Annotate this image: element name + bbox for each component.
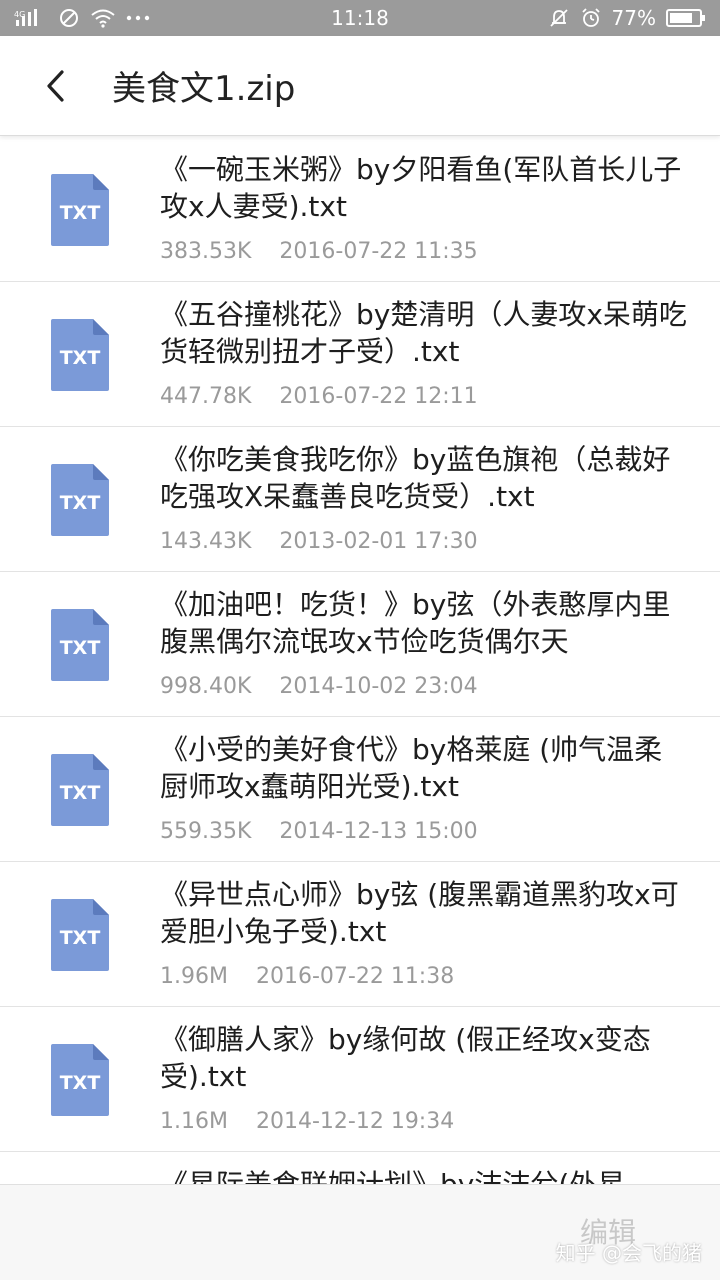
file-name: 《御膳人家》by缘何故 (假正经攻x变态受).txt [160, 1023, 651, 1093]
file-type-label: TXT [60, 637, 101, 659]
status-left: 4G [14, 7, 150, 29]
txt-file-icon: TXT [0, 137, 160, 282]
status-bar: 4G 11:18 77% [0, 0, 720, 36]
file-row[interactable]: TXT 《加油吧！吃货！》by弦（外表憨厚内里腹黑偶尔流氓攻x节俭吃货偶尔天 998… [0, 572, 720, 717]
file-type-label: TXT [60, 202, 101, 224]
file-row[interactable]: TXT《星际美食联姻计划》by沫沫兮(外星 [0, 1152, 720, 1184]
file-size: 1.96M [160, 964, 228, 989]
file-name: 《异世点心师》by弦 (腹黑霸道黑豹攻x可爱胆小兔子受).txt [160, 878, 679, 948]
file-date: 2014-10-02 23:04 [279, 674, 478, 699]
file-type-label: TXT [60, 1072, 101, 1094]
file-name: 《五谷撞桃花》by楚清明（人妻攻x呆萌吃货轻微别扭才子受）.txt [160, 298, 687, 368]
file-name: 《你吃美食我吃你》by蓝色旗袍（总裁好吃强攻X呆蠢善良吃货受）.txt [160, 443, 671, 513]
file-row[interactable]: TXT 《御膳人家》by缘何故 (假正经攻x变态受).txt 1.16M 2014-1… [0, 1007, 720, 1152]
wifi-icon [90, 8, 116, 28]
txt-file-icon: TXT [0, 572, 160, 717]
chevron-left-icon [47, 69, 64, 102]
alarm-clock-icon [580, 7, 602, 29]
file-row[interactable]: TXT 《异世点心师》by弦 (腹黑霸道黑豹攻x可爱胆小兔子受).txt 1.96M… [0, 862, 720, 1007]
file-meta: 383.53K 2016-07-22 11:35 [160, 239, 690, 264]
file-info: 《星际美食联姻计划》by沫沫兮(外星 [160, 1152, 720, 1184]
page-title: 美食文1.zip [112, 69, 296, 109]
txt-file-icon: TXT [0, 282, 160, 427]
file-row[interactable]: TXT 《五谷撞桃花》by楚清明（人妻攻x呆萌吃货轻微别扭才子受）.txt 447.… [0, 282, 720, 427]
file-size: 447.78K [160, 384, 252, 409]
txt-file-icon: TXT [0, 862, 160, 1007]
txt-file-icon: TXT [0, 717, 160, 862]
file-size: 559.35K [160, 819, 252, 844]
file-date: 2016-07-22 11:35 [279, 239, 478, 264]
file-type-label: TXT [60, 492, 101, 514]
file-date: 2014-12-12 19:34 [255, 1109, 455, 1134]
back-button[interactable] [6, 36, 106, 136]
file-name: 《一碗玉米粥》by夕阳看鱼(军队首长儿子攻x人妻受).txt [160, 153, 682, 223]
watermark: 知乎 @会飞的猪 [555, 1241, 702, 1265]
file-list[interactable]: TXT 《一碗玉米粥》by夕阳看鱼(军队首长儿子攻x人妻受).txt 383.53K… [0, 137, 720, 1184]
more-dots-icon [126, 14, 150, 22]
battery-icon [666, 8, 706, 28]
file-info: 《御膳人家》by缘何故 (假正经攻x变态受).txt 1.16M 2014-12-1… [160, 1007, 720, 1134]
app-header: 美食文1.zip [0, 36, 720, 136]
file-info: 《一碗玉米粥》by夕阳看鱼(军队首长儿子攻x人妻受).txt 383.53K 201… [160, 137, 720, 264]
file-info: 《五谷撞桃花》by楚清明（人妻攻x呆萌吃货轻微别扭才子受）.txt 447.78K… [160, 282, 720, 409]
file-type-label: TXT [60, 347, 101, 369]
file-meta: 1.16M 2014-12-12 19:34 [160, 1109, 690, 1134]
file-type-label: TXT [60, 927, 101, 949]
file-info: 《小受的美好食代》by格莱庭 (帅气温柔厨师攻x蠢萌阳光受).txt 559.35… [160, 717, 720, 844]
file-meta: 447.78K 2016-07-22 12:11 [160, 384, 690, 409]
file-meta: 143.43K 2013-02-01 17:30 [160, 529, 690, 554]
file-size: 143.43K [160, 529, 252, 554]
file-info: 《你吃美食我吃你》by蓝色旗袍（总裁好吃强攻X呆蠢善良吃货受）.txt 143.4… [160, 427, 720, 554]
file-name: 《小受的美好食代》by格莱庭 (帅气温柔厨师攻x蠢萌阳光受).txt [160, 733, 663, 803]
battery-percent: 77% [611, 6, 656, 30]
file-size: 1.16M [160, 1109, 228, 1134]
status-right: 77% [548, 6, 706, 30]
file-type-label: TXT [60, 782, 101, 804]
mute-bell-icon [548, 7, 570, 29]
file-info: 《加油吧！吃货！》by弦（外表憨厚内里腹黑偶尔流氓攻x节俭吃货偶尔天 998.40… [160, 572, 720, 699]
bottom-bar: 编辑 知乎 @会飞的猪 [0, 1184, 720, 1280]
txt-file-icon: TXT [0, 1007, 160, 1152]
file-date: 2014-12-13 15:00 [279, 819, 478, 844]
file-name: 《星际美食联姻计划》by沫沫兮(外星 [160, 1166, 690, 1184]
no-sim-icon [58, 7, 80, 29]
file-date: 2013-02-01 17:30 [279, 529, 478, 554]
file-name: 《加油吧！吃货！》by弦（外表憨厚内里腹黑偶尔流氓攻x节俭吃货偶尔天 [160, 588, 671, 658]
file-meta: 559.35K 2014-12-13 15:00 [160, 819, 690, 844]
file-date: 2016-07-22 12:11 [279, 384, 478, 409]
file-date: 2016-07-22 11:38 [255, 964, 455, 989]
file-row[interactable]: TXT 《小受的美好食代》by格莱庭 (帅气温柔厨师攻x蠢萌阳光受).txt 559… [0, 717, 720, 862]
file-size: 383.53K [160, 239, 252, 264]
file-info: 《异世点心师》by弦 (腹黑霸道黑豹攻x可爱胆小兔子受).txt 1.96M 201… [160, 862, 720, 989]
txt-file-icon: TXT [0, 427, 160, 572]
txt-file-icon: TXT [0, 1152, 160, 1184]
file-meta: 998.40K 2014-10-02 23:04 [160, 674, 690, 699]
file-meta: 1.96M 2016-07-22 11:38 [160, 964, 690, 989]
file-row[interactable]: TXT 《一碗玉米粥》by夕阳看鱼(军队首长儿子攻x人妻受).txt 383.53K… [0, 137, 720, 282]
file-row[interactable]: TXT 《你吃美食我吃你》by蓝色旗袍（总裁好吃强攻X呆蠢善良吃货受）.txt 14… [0, 427, 720, 572]
file-size: 998.40K [160, 674, 252, 699]
cellular-signal-icon: 4G [14, 8, 48, 28]
